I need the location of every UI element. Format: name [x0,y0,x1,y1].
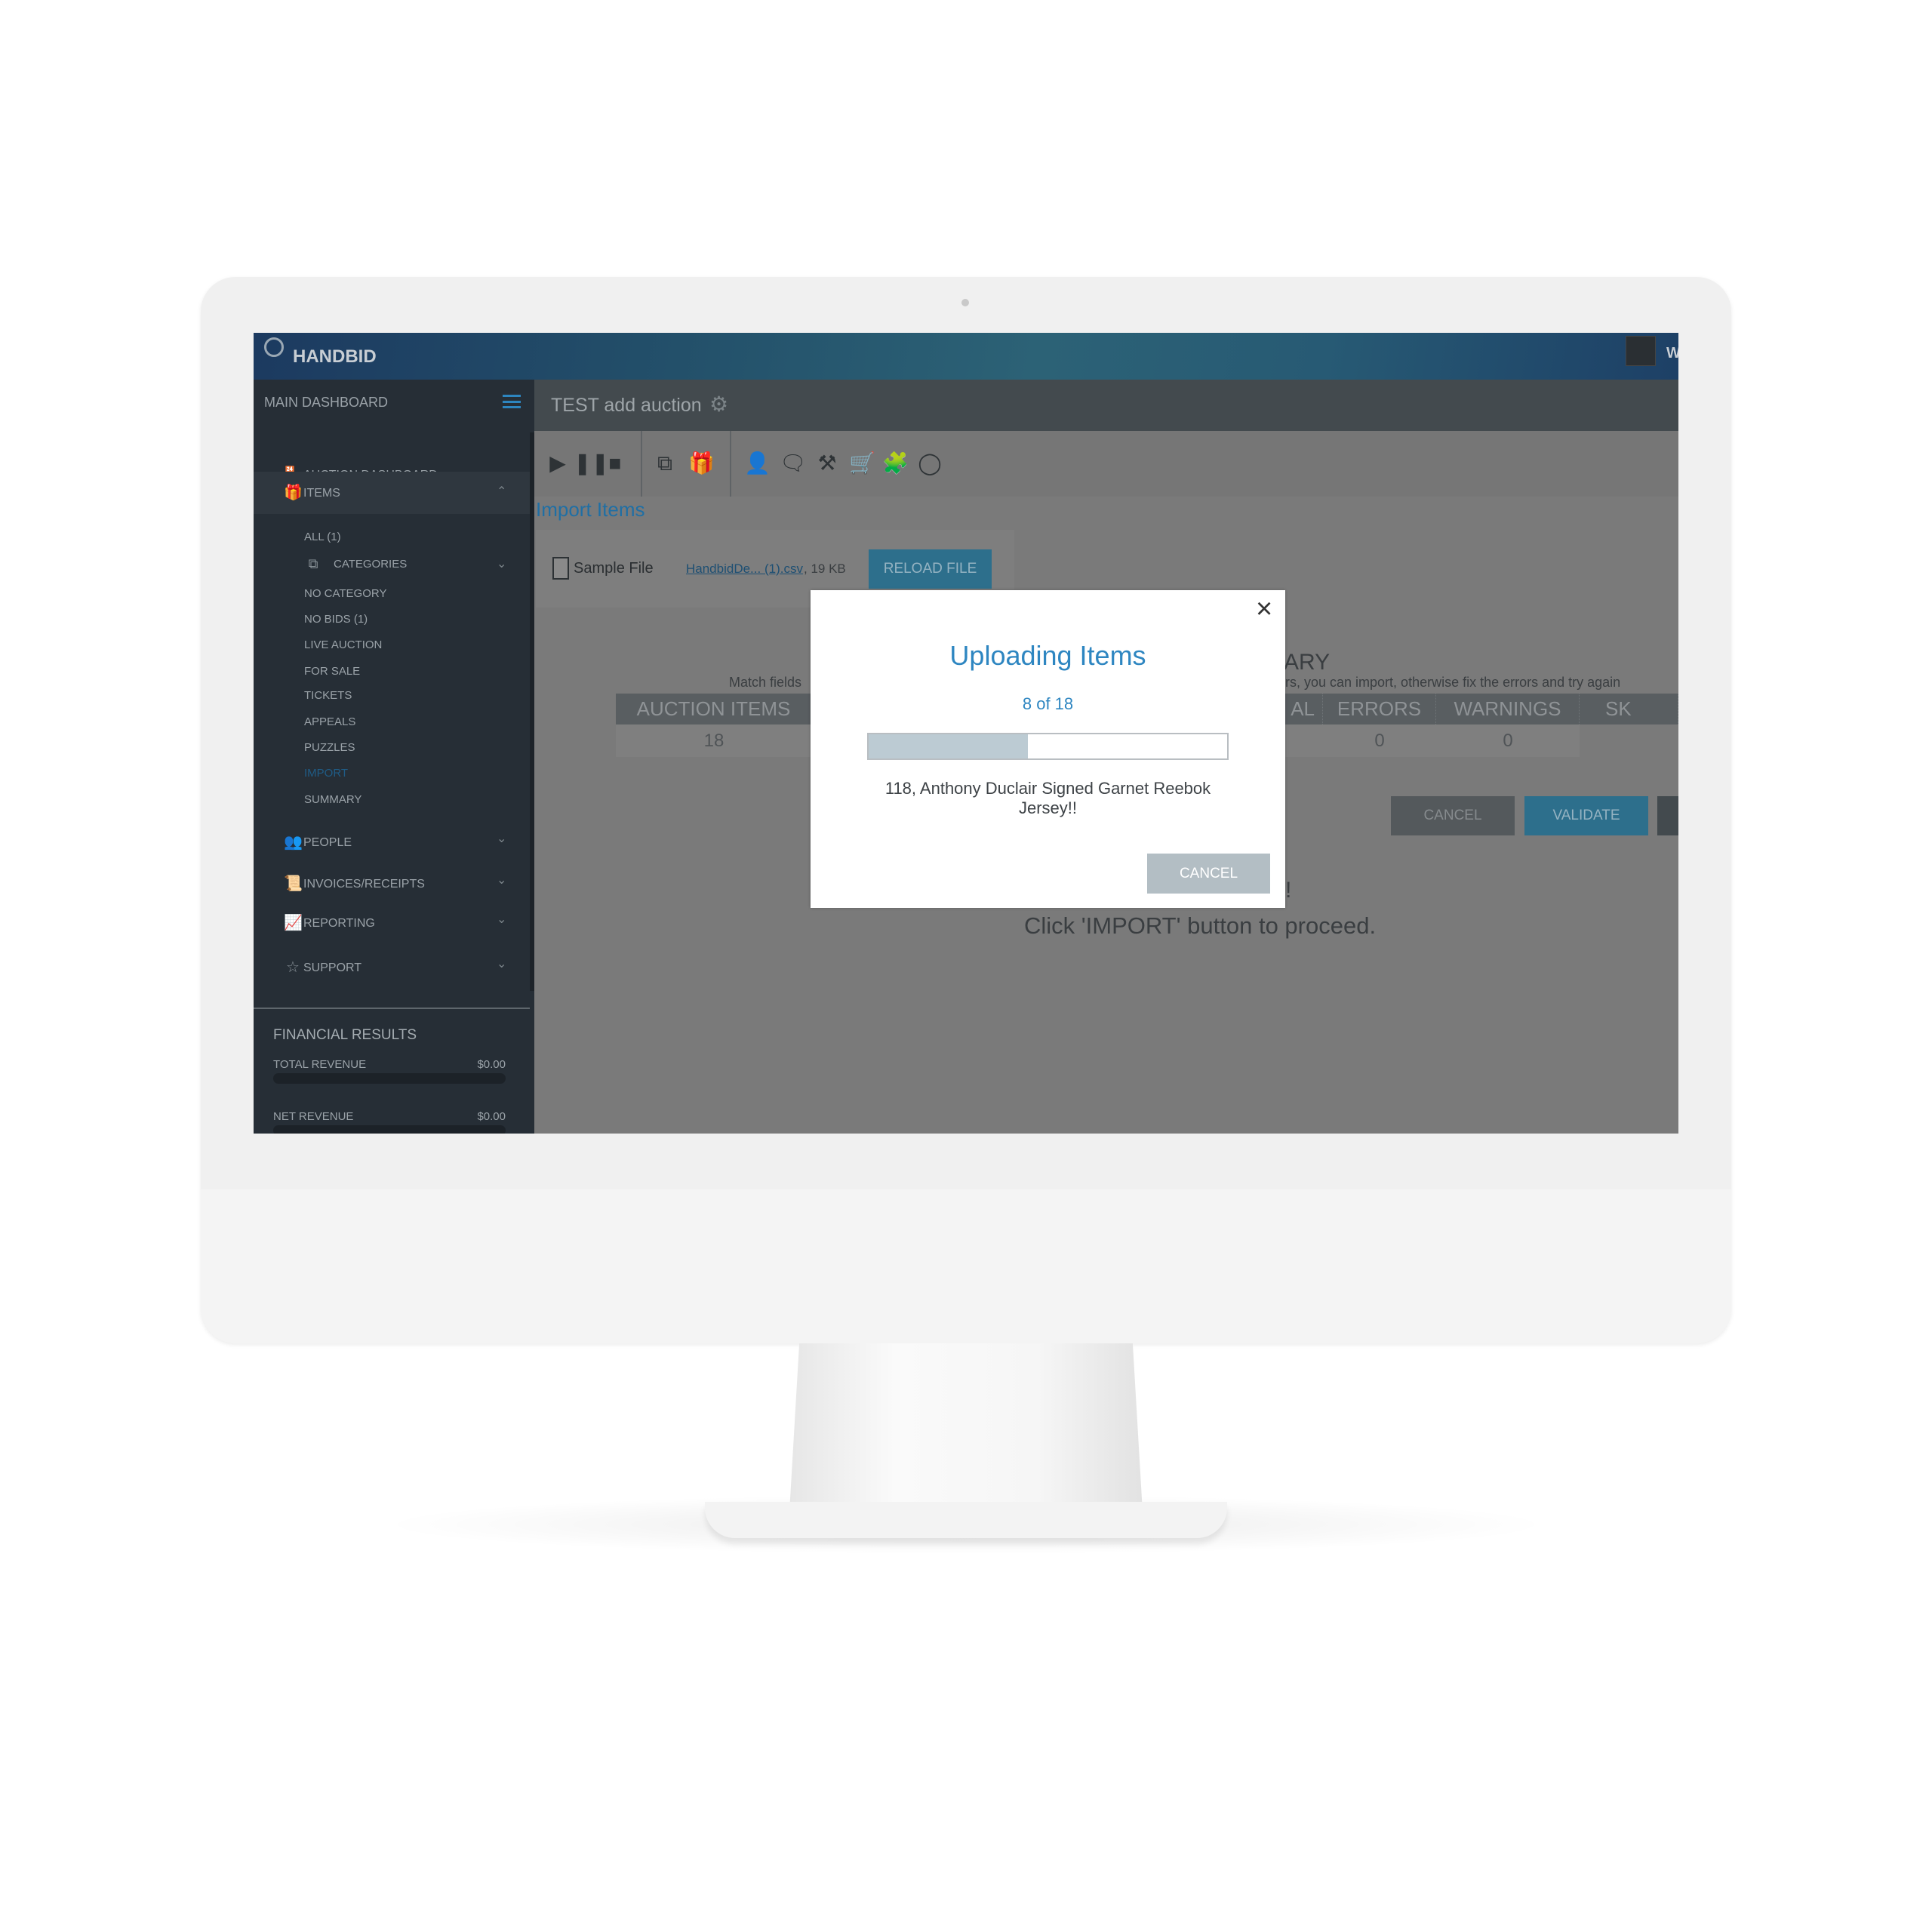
sidebar-item-people[interactable]: PEOPLE [303,836,352,850]
sidebar-subitem-tickets[interactable]: TICKETS [304,689,352,702]
column-header-errors: ERRORS [1323,694,1436,724]
sidebar-item-support[interactable]: SUPPORT [303,961,361,975]
total-revenue-label: TOTAL REVENUE [273,1058,367,1071]
sidebar-item-reporting[interactable]: REPORTING [303,917,375,931]
sidebar-subitem-live-auction[interactable]: LIVE AUCTION [304,638,382,651]
sidebar-item-items[interactable]: ITEMS [303,487,340,500]
top-header: HANDBID W [254,333,1678,380]
chevron-down-icon[interactable]: ⌄ [497,556,506,571]
chat-icon[interactable]: 🗨 [780,451,807,476]
gift-icon: 🎁 [284,485,303,501]
upload-count: 8 of 18 [1022,694,1074,713]
match-fields-text: Match fields [729,675,802,690]
stop-icon[interactable]: ■ [602,451,628,476]
sidebar-subitem-summary[interactable]: SUMMARY [304,793,361,806]
uploading-modal: × Uploading Items 8 of 18 118, Anthony D… [811,590,1285,908]
net-revenue-label: NET REVENUE [273,1110,354,1123]
monitor-base [705,1502,1227,1538]
current-item-line-1: 118, Anthony Duclair Signed Garnet Reebo… [884,779,1211,798]
gift-icon[interactable]: 🎁 [688,451,715,476]
reload-file-button[interactable]: RELOAD FILE [869,549,992,589]
copy-icon[interactable]: ⧉ [652,451,678,476]
sidebar-scrollbar[interactable] [530,432,534,991]
chevron-down-icon[interactable]: ⌄ [497,831,506,846]
chevron-up-icon[interactable]: ⌃ [497,484,506,499]
toolbar-divider [641,431,642,497]
total-revenue-value: $0.00 [477,1058,506,1071]
import-hint-text: rs, you can import, otherwise fix the er… [1285,675,1621,690]
financial-results-title: FINANCIAL RESULTS [273,1027,417,1043]
logo[interactable]: HANDBID [293,346,377,368]
chevron-down-icon[interactable]: ⌄ [497,956,506,971]
puzzle-icon[interactable]: 🧩 [882,451,909,476]
exclamation-text: ! [1285,878,1292,903]
sample-file-label: Sample File [574,560,654,577]
cancel-button[interactable]: CANCEL [1391,796,1515,835]
current-item-line-2: Jersey!! [1018,798,1078,817]
sidebar-divider [254,1008,530,1009]
cell-errors: 0 [1323,724,1436,757]
toolbar: ▶ ❚❚ ■ ⧉ 🎁 👤 🗨 ⚒ 🛒 🧩 ◯ [534,431,1678,497]
toolbar-divider [730,431,731,497]
file-link[interactable]: HandbidDe... (1).csv [686,561,803,577]
sidebar-subitem-no-bids[interactable]: NO BIDS (1) [304,613,368,626]
proceed-text: Click 'IMPORT' button to proceed. [1023,912,1377,939]
sidebar-item-invoices[interactable]: INVOICES/RECEIPTS [303,878,425,891]
file-icon [552,557,569,580]
net-revenue-bar [273,1125,506,1134]
file-size: , 19 KB [804,561,846,576]
modal-title: Uploading Items [949,640,1146,671]
modal-cancel-button[interactable]: CANCEL [1147,854,1270,894]
receipt-icon: 📜 [284,875,303,892]
sidebar-subitem-categories[interactable]: CATEGORIES [334,558,407,571]
upload-progress-bar [867,733,1229,760]
auction-title: TEST add auction [551,395,702,416]
column-header-warnings: WARNINGS [1436,694,1580,724]
sidebar-subitem-import[interactable]: IMPORT [304,767,348,780]
net-revenue-value: $0.00 [477,1110,506,1123]
page-heading: Import Items [536,498,645,521]
user-name[interactable]: W [1666,345,1678,362]
sidebar: MAIN DASHBOARD 🏪 AUCTION DASHBOARD 🎁 ITE… [254,380,534,1134]
total-revenue-bar [273,1073,506,1084]
people-icon: 👥 [284,834,303,851]
hamburger-menu-icon[interactable] [503,395,521,408]
sidebar-subitem-puzzles[interactable]: PUZZLES [304,741,355,754]
current-item-text: 118, Anthony Duclair Signed Garnet Reebo… [811,779,1285,818]
summary-heading: ARY [1284,650,1331,675]
upload-progress-fill [869,734,1029,758]
avatar[interactable] [1626,336,1656,366]
sidebar-subitem-all[interactable]: ALL (1) [304,531,341,543]
monitor-chin [201,1189,1731,1343]
validate-button[interactable]: VALIDATE [1524,796,1648,835]
column-header-skipped: SK [1580,694,1678,724]
cart-icon[interactable]: 🛒 [849,451,875,476]
stars-icon: ☆ [286,959,300,976]
screen: HANDBID W MAIN DASHBOARD 🏪 AUCTION DASHB… [254,333,1678,1134]
reporting-chart-icon: 📈 [284,915,303,931]
sidebar-subitem-appeals[interactable]: APPEALS [304,715,355,728]
chevron-down-icon[interactable]: ⌄ [497,872,506,888]
close-icon[interactable]: × [1256,593,1272,626]
camera-icon [961,299,969,306]
logo-icon [264,337,284,357]
sidebar-subitem-no-category[interactable]: NO CATEGORY [304,587,386,600]
sidebar-title: MAIN DASHBOARD [264,395,389,410]
auction-title-bar: TEST add auction ⚙ [534,380,1678,431]
gear-icon[interactable]: ⚙ [709,392,728,417]
add-user-icon[interactable]: 👤 [744,451,771,476]
pause-icon[interactable]: ❚❚ [574,451,609,476]
chevron-down-icon[interactable]: ⌄ [497,912,506,927]
gavel-icon[interactable]: ⚒ [814,451,840,476]
cell-warnings: 0 [1436,724,1580,757]
column-header-auction-items: AUCTION ITEMS [616,694,812,724]
play-icon[interactable]: ▶ [545,451,571,476]
import-button[interactable] [1657,796,1678,835]
monitor-stand [789,1343,1143,1524]
tag-icon[interactable]: ◯ [917,451,943,476]
categories-icon: ⧉ [308,556,318,571]
cell-auction-items: 18 [616,724,812,757]
sidebar-subitem-for-sale[interactable]: FOR SALE [304,665,360,678]
